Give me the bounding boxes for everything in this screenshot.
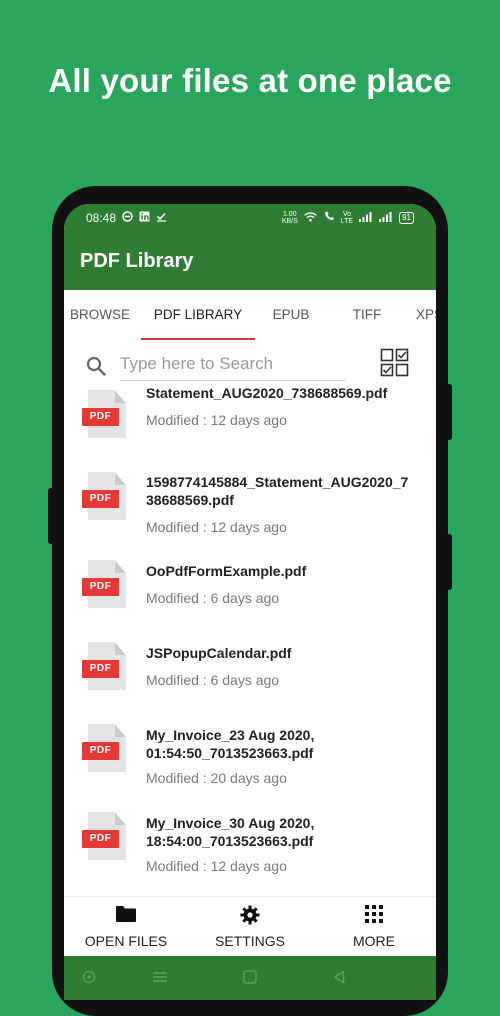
- tab-epub[interactable]: EPUB: [262, 290, 320, 340]
- file-name: My_Invoice_23 Aug 2020, 01:54:50_7013523…: [146, 727, 315, 761]
- nav-label: SETTINGS: [214, 933, 285, 949]
- file-name: Statement_AUG2020_738688569.pdf: [146, 385, 388, 401]
- system-navigation-bar: [64, 956, 436, 1000]
- tab-browse[interactable]: BROWSE: [70, 290, 130, 340]
- pdf-badge: PDF: [82, 578, 119, 596]
- pdf-badge: PDF: [82, 742, 119, 760]
- file-modified: Modified : 12 days ago: [146, 858, 287, 874]
- search-icon: [86, 356, 106, 381]
- signal-icon: [359, 211, 373, 225]
- recents-menu-icon[interactable]: [152, 970, 168, 989]
- tab-pdf-library[interactable]: PDF LIBRARY: [141, 290, 255, 340]
- assistant-icon[interactable]: [82, 970, 96, 989]
- file-name: JSPopupCalendar.pdf: [146, 645, 292, 661]
- list-item[interactable]: PDF My_Invoice_23 Aug 2020, 01:54:50_701…: [64, 724, 436, 804]
- status-bar: 08:48 1.00 KB/S Vo LTE 91: [64, 204, 436, 232]
- pdf-badge: PDF: [82, 660, 119, 678]
- phone-volume-up-button: [446, 384, 452, 440]
- list-item[interactable]: PDF Statement_AUG2020_738688569.pdf Modi…: [64, 385, 436, 466]
- search-bar: [64, 342, 436, 388]
- search-input[interactable]: [120, 348, 346, 381]
- home-icon[interactable]: [243, 970, 257, 989]
- nav-more[interactable]: MORE: [312, 897, 436, 957]
- app-title: PDF Library: [80, 250, 194, 272]
- folder-icon: [115, 905, 137, 928]
- app-bar: PDF Library: [64, 232, 436, 290]
- nav-label: MORE: [353, 933, 395, 949]
- nav-label: OPEN FILES: [84, 933, 168, 949]
- file-name: 1598774145884_Statement_AUG2020_73868856…: [146, 474, 409, 508]
- nav-settings[interactable]: SETTINGS: [188, 897, 312, 957]
- list-item[interactable]: PDF JSPopupCalendar.pdf Modified : 6 day…: [64, 642, 436, 722]
- file-modified: Modified : 20 days ago: [146, 770, 287, 786]
- multi-select-icon[interactable]: [380, 348, 410, 383]
- pdf-badge: PDF: [82, 490, 119, 508]
- file-modified: Modified : 12 days ago: [146, 519, 287, 535]
- volte-icon: Vo LTE: [340, 211, 354, 225]
- phone-screen: 08:48 1.00 KB/S Vo LTE 91 PDF Library BR…: [64, 204, 436, 1000]
- file-modified: Modified : 6 days ago: [146, 672, 280, 688]
- tab-bar: BROWSE PDF LIBRARY EPUB TIFF XPS: [64, 290, 436, 342]
- tab-indicator: [141, 338, 255, 340]
- call-signal-icon: [323, 211, 335, 225]
- file-name: OoPdfFormExample.pdf: [146, 563, 307, 579]
- file-modified: Modified : 12 days ago: [146, 412, 287, 428]
- signal-icon-2: [379, 211, 393, 225]
- phone-side-button: [48, 488, 54, 544]
- headline: All your files at one place: [48, 62, 452, 99]
- status-time: 08:48: [86, 211, 117, 225]
- list-item[interactable]: PDF My_Invoice_30 Aug 2020, 18:54:00_701…: [64, 812, 436, 892]
- network-speed: 1.00 KB/S: [281, 211, 298, 225]
- tab-xps[interactable]: XPS: [416, 290, 436, 340]
- download-complete-icon: [156, 211, 167, 225]
- file-name: My_Invoice_30 Aug 2020, 18:54:00_7013523…: [146, 815, 315, 849]
- grid-icon: [365, 905, 383, 928]
- linkedin-icon: [139, 211, 150, 225]
- list-item[interactable]: PDF OoPdfFormExample.pdf Modified : 6 da…: [64, 560, 436, 640]
- tab-tiff[interactable]: TIFF: [340, 290, 394, 340]
- phone-volume-down-button: [446, 534, 452, 590]
- back-icon[interactable]: [332, 970, 346, 989]
- nav-open-files[interactable]: OPEN FILES: [64, 897, 188, 957]
- notification-icon: [122, 211, 133, 225]
- wifi-icon: [304, 211, 317, 225]
- list-item[interactable]: PDF 1598774145884_Statement_AUG2020_7386…: [64, 470, 436, 550]
- gear-icon: [240, 905, 260, 930]
- pdf-badge: PDF: [82, 830, 119, 848]
- file-modified: Modified : 6 days ago: [146, 590, 280, 606]
- pdf-badge: PDF: [82, 408, 119, 426]
- battery-icon: 91: [399, 212, 414, 224]
- bottom-navigation: OPEN FILES SETTINGS MORE: [64, 896, 436, 957]
